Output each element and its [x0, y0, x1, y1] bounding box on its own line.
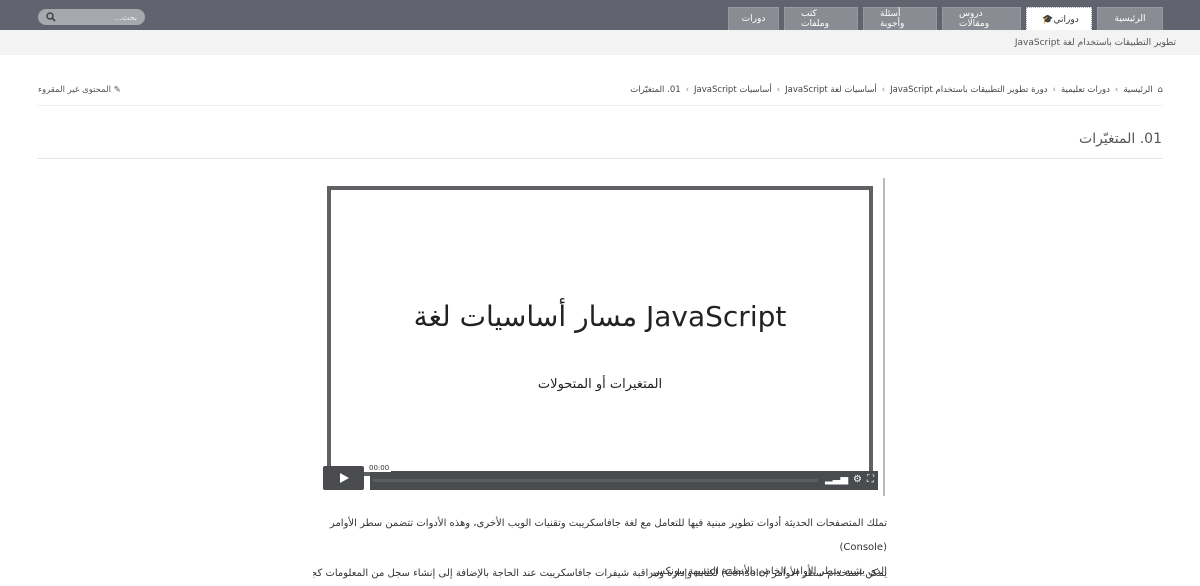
- video-top-bar: [518, 186, 686, 189]
- tab-qa[interactable]: أسئلة وأجوبة: [863, 7, 937, 30]
- graduation-cap-icon: 🎓: [1042, 14, 1054, 25]
- tab-label: دوراتي: [1053, 14, 1079, 25]
- sub-navbar: تطوير التطبيقات باستخدام لغة JavaScript: [0, 30, 1200, 55]
- video-divider: [883, 178, 885, 496]
- breadcrumb-item[interactable]: دورة تطوير التطبيقات باستخدام JavaScript: [890, 85, 1047, 95]
- search-icon[interactable]: [46, 12, 56, 22]
- time-tooltip: 00:00: [367, 464, 392, 472]
- unread-content-link[interactable]: ✎ المحتوى غير المقروء: [38, 85, 121, 95]
- seek-track[interactable]: [373, 479, 818, 482]
- pencil-icon: ✎: [113, 85, 121, 95]
- unread-label: المحتوى غير المقروء: [38, 85, 112, 95]
- tab-label: أسئلة وأجوبة: [880, 9, 905, 29]
- tab-courses[interactable]: دورات: [728, 7, 779, 30]
- breadcrumb-item[interactable]: أساسيات لغة JavaScript: [785, 85, 877, 95]
- search-input[interactable]: بحث...: [38, 9, 145, 25]
- tab-label: كتب وملفات: [801, 9, 829, 29]
- tab-home[interactable]: الرئيسية: [1097, 7, 1163, 30]
- top-navbar: بحث... الرئيسية 🎓 دوراتي دروس ومقالات أسئ…: [0, 0, 1200, 31]
- search-placeholder: بحث...: [114, 12, 137, 22]
- breadcrumb-item[interactable]: الرئيسية: [1123, 85, 1152, 95]
- settings-icon[interactable]: ⚙: [853, 474, 862, 485]
- divider: [37, 105, 1163, 106]
- breadcrumb-item[interactable]: دورات تعليمية: [1061, 85, 1110, 95]
- page-title: 01. المتغيّرات: [1079, 131, 1162, 147]
- divider: [37, 158, 1163, 159]
- play-button[interactable]: [323, 466, 364, 490]
- subnav-course-link[interactable]: تطوير التطبيقات باستخدام لغة JavaScript: [1015, 38, 1176, 48]
- volume-icon[interactable]: ▂▃▅: [825, 474, 848, 485]
- tab-label: دروس ومقالات: [959, 9, 990, 29]
- tab-lessons-articles[interactable]: دروس ومقالات: [942, 7, 1021, 30]
- paragraph-line: تملك المتصفحات الحديثة أدوات تطوير مبنية…: [329, 518, 887, 553]
- breadcrumb: ⌂ الرئيسية › دورات تعليمية › دورة تطوير ال…: [630, 85, 1163, 95]
- progress-bar[interactable]: ▂▃▅ ⚙ ⛶: [370, 471, 878, 490]
- play-icon: [339, 473, 349, 483]
- fullscreen-icon[interactable]: ⛶: [867, 474, 874, 485]
- video-subtitle: المتغيرات أو المتحولات: [537, 377, 663, 392]
- tab-books-files[interactable]: كتب وملفات: [784, 7, 858, 30]
- video-controls: ▂▃▅ ⚙ ⛶ 00:00: [323, 464, 878, 490]
- breadcrumb-item[interactable]: أساسيات JavaScript: [694, 85, 772, 95]
- video-title: مسار أساسيات لغة JavaScript: [413, 300, 787, 333]
- paragraph: يمكن استخدام سطر الأوامر (Console) لكتاب…: [313, 568, 887, 579]
- tab-my-courses[interactable]: 🎓 دوراتي: [1026, 7, 1092, 31]
- breadcrumb-current: 01. المتغيّرات: [630, 85, 681, 95]
- tab-label: الرئيسية: [1114, 14, 1146, 24]
- video-player[interactable]: مسار أساسيات لغة JavaScript المتغيرات أو…: [327, 186, 873, 476]
- tab-label: دورات: [741, 14, 766, 24]
- home-icon: ⌂: [1157, 85, 1163, 95]
